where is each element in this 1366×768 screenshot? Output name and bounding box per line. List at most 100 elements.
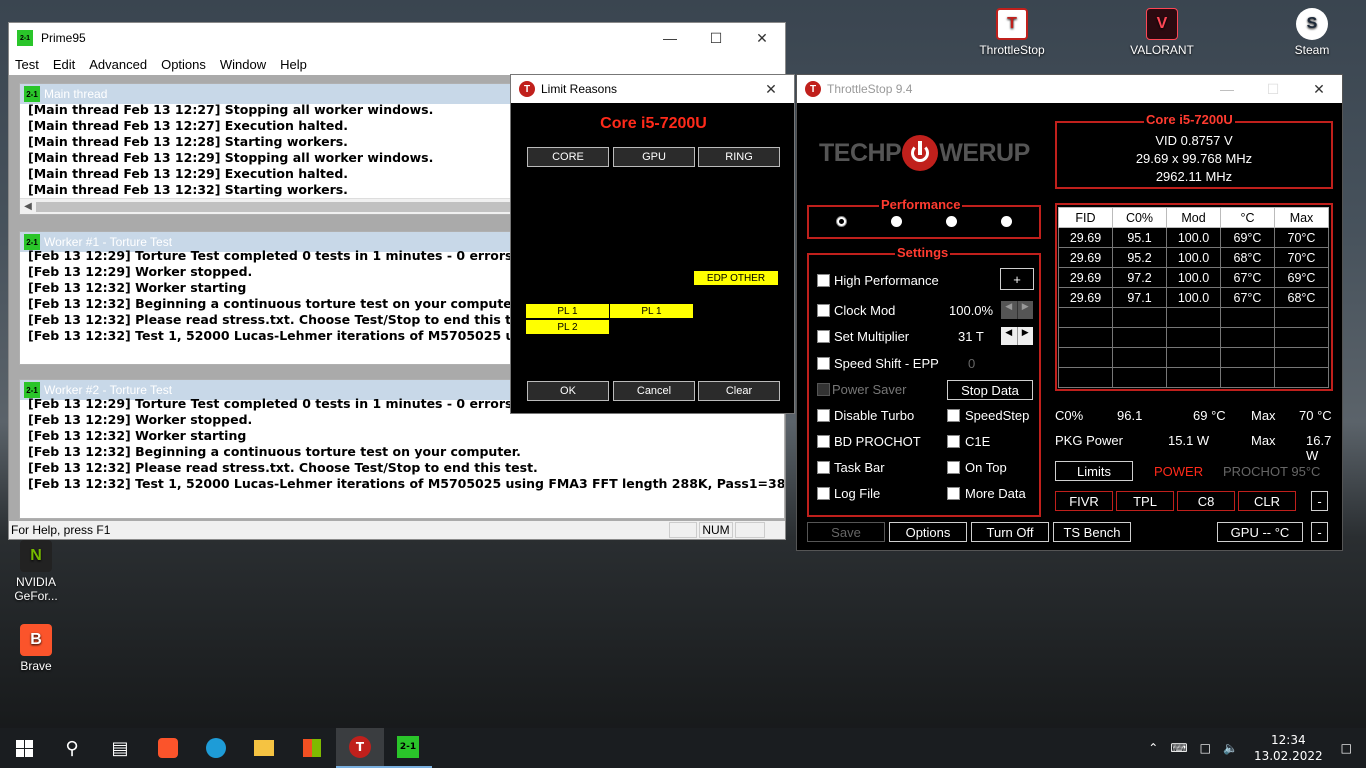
maximize-button[interactable]: ☐ (1250, 75, 1296, 103)
high-performance-checkbox[interactable] (817, 274, 830, 287)
options-button[interactable]: Options (889, 522, 967, 542)
desktop-icon-valorant[interactable]: V VALORANT (1124, 8, 1200, 57)
gpu-temp-button[interactable]: GPU -- °C (1217, 522, 1303, 542)
notification-icon[interactable]: □ (1333, 741, 1366, 755)
desktop-icon-nvidia[interactable]: N NVIDIA GeFor... (0, 540, 74, 603)
search-icon[interactable]: ⚲ (48, 728, 96, 768)
nvidia-app-icon: N (20, 540, 52, 572)
desktop-icon-brave[interactable]: B Brave (0, 624, 74, 673)
desktop-icon-steam[interactable]: S Steam (1274, 8, 1350, 57)
plus-button[interactable]: + (1000, 268, 1034, 290)
clear-button[interactable]: Clear (698, 381, 780, 401)
flag-core-pl1: PL 1 (526, 304, 609, 318)
close-button[interactable]: ✕ (1296, 75, 1342, 103)
c8-button[interactable]: C8 (1177, 491, 1235, 511)
dash-button-2[interactable]: - (1311, 522, 1328, 542)
header-c0: C0% (1112, 207, 1167, 228)
pkg-power-label: PKG Power (1055, 433, 1123, 448)
clock-mod-checkbox[interactable] (817, 304, 830, 317)
profile-radio-3[interactable] (946, 216, 957, 227)
cancel-button[interactable]: Cancel (613, 381, 695, 401)
start-button[interactable] (0, 728, 48, 768)
clock-mod-spinner[interactable]: ◀ ▶ (1001, 301, 1033, 319)
tpl-button[interactable]: TPL (1116, 491, 1174, 511)
max-temp-value: 70 °C (1299, 408, 1332, 423)
throttlestop-taskbar-icon[interactable]: T (336, 728, 384, 768)
profile-radio-1[interactable] (836, 216, 847, 227)
prime95-titlebar: 2-1 Prime95 — ☐ ✕ (9, 23, 785, 53)
table-row: 29.69 95.2 100.0 68°C 70°C (1058, 247, 1329, 268)
network-icon[interactable]: □ (1194, 741, 1217, 755)
log-file-checkbox[interactable] (817, 487, 830, 500)
profile-radio-2[interactable] (891, 216, 902, 227)
c0-value: 96.1 (1117, 408, 1143, 423)
tab-gpu[interactable]: GPU (613, 147, 695, 167)
prime95-logo-icon: 2-1 (24, 86, 40, 102)
menu-test[interactable]: Test (9, 57, 47, 72)
clr-button[interactable]: CLR (1238, 491, 1296, 511)
language-icon[interactable]: ⌨ (1164, 741, 1193, 755)
task-bar-checkbox[interactable] (817, 461, 830, 474)
bd-prochot-checkbox[interactable] (817, 435, 830, 448)
status-pane-empty (735, 522, 765, 538)
chevron-left-icon[interactable]: ◀ (1001, 301, 1018, 319)
brave-taskbar-icon[interactable] (144, 728, 192, 768)
disable-turbo-checkbox[interactable] (817, 409, 830, 422)
tab-ring[interactable]: RING (698, 147, 780, 167)
throttlestop-app-icon: T (805, 81, 821, 97)
on-top-checkbox[interactable] (947, 461, 960, 474)
high-performance-label: High Performance (834, 273, 939, 288)
chevron-right-icon[interactable]: ▶ (1018, 327, 1034, 345)
maximize-button[interactable]: ☐ (693, 23, 739, 53)
minimize-button[interactable]: — (1204, 75, 1250, 103)
prochot-indicator: PROCHOT 95°C (1223, 464, 1321, 479)
task-view-icon[interactable]: ▤ (96, 728, 144, 768)
power-saver-checkbox[interactable] (817, 383, 830, 396)
desktop-icon-throttlestop[interactable]: T ThrottleStop (974, 8, 1050, 57)
scroll-left-icon[interactable]: ◀ (20, 201, 36, 212)
chevron-up-icon[interactable]: ⌃ (1142, 741, 1164, 755)
turn-off-button[interactable]: Turn Off (971, 522, 1049, 542)
ok-button[interactable]: OK (527, 381, 609, 401)
steam-app-icon: S (1296, 8, 1328, 40)
clock[interactable]: 12:34 13.02.2022 (1244, 732, 1333, 764)
prime95-taskbar-icon[interactable]: 2-1 (384, 728, 432, 768)
package-temp: 69 °C (1193, 408, 1226, 423)
menu-options[interactable]: Options (155, 57, 214, 72)
chevron-right-icon[interactable]: ▶ (1018, 301, 1034, 319)
multiplier-spinner[interactable]: ◀ ▶ (1001, 327, 1033, 345)
menu-help[interactable]: Help (274, 57, 315, 72)
chevron-left-icon[interactable]: ◀ (1001, 327, 1018, 345)
store-icon[interactable] (288, 728, 336, 768)
table-row: 29.69 97.2 100.0 67°C 69°C (1058, 267, 1329, 288)
c1e-label: C1E (965, 434, 991, 449)
profile-radio-4[interactable] (1001, 216, 1012, 227)
dash-button-1[interactable]: - (1311, 491, 1328, 511)
fivr-button[interactable]: FIVR (1055, 491, 1113, 511)
set-multiplier-checkbox[interactable] (817, 330, 830, 343)
minimize-button[interactable]: — (647, 23, 693, 53)
save-button[interactable]: Save (807, 522, 885, 542)
menu-window[interactable]: Window (214, 57, 274, 72)
more-data-checkbox[interactable] (947, 487, 960, 500)
c1e-checkbox[interactable] (947, 435, 960, 448)
close-button[interactable]: ✕ (739, 23, 785, 53)
stop-data-button[interactable]: Stop Data (947, 380, 1033, 400)
speed-shift-checkbox[interactable] (817, 357, 830, 370)
menu-edit[interactable]: Edit (47, 57, 83, 72)
close-button[interactable]: ✕ (748, 75, 794, 103)
volume-icon[interactable]: 🔈 (1217, 741, 1244, 755)
limits-button[interactable]: Limits (1055, 461, 1133, 481)
window-title: Limit Reasons (541, 82, 618, 96)
task-bar-label: Task Bar (834, 460, 885, 475)
ts-bench-button[interactable]: TS Bench (1053, 522, 1131, 542)
valorant-app-icon: V (1146, 8, 1178, 40)
tab-core[interactable]: CORE (527, 147, 609, 167)
clock-mod-value: 100.0% (949, 303, 994, 318)
menu-advanced[interactable]: Advanced (83, 57, 155, 72)
edge-taskbar-icon[interactable] (192, 728, 240, 768)
clock-date: 13.02.2022 (1253, 749, 1323, 763)
speedstep-checkbox[interactable] (947, 409, 960, 422)
header-mod: Mod (1166, 207, 1221, 228)
file-explorer-icon[interactable] (240, 728, 288, 768)
